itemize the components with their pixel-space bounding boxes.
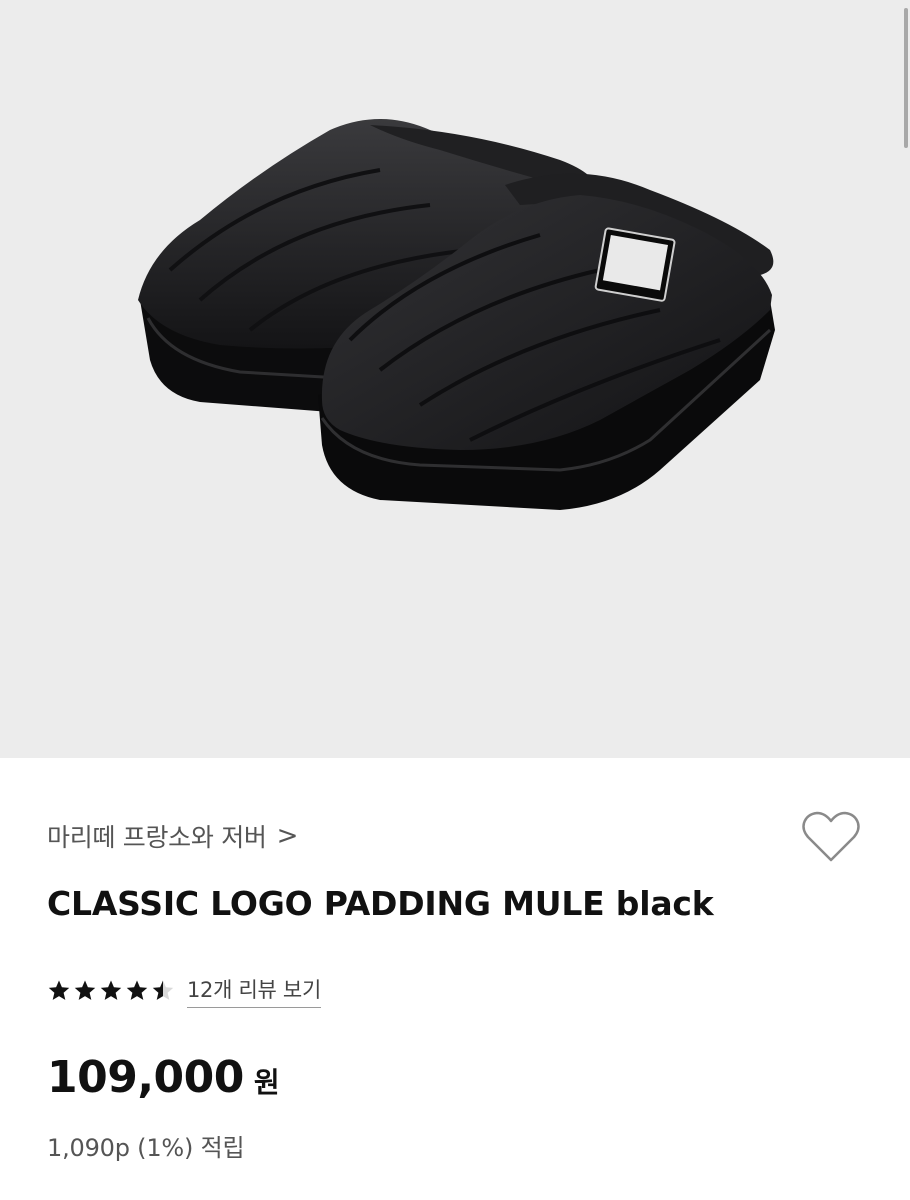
price: 109,000 원 bbox=[47, 1052, 280, 1103]
chevron-right-icon: > bbox=[276, 821, 299, 851]
brand-logo-patch bbox=[594, 227, 676, 302]
price-unit: 원 bbox=[253, 1066, 280, 1099]
star-icon bbox=[152, 980, 174, 1000]
brand-link[interactable]: 마리떼 프랑소와 저버 > bbox=[47, 818, 298, 854]
star-icon bbox=[48, 980, 70, 1000]
rating-row: 12개 리뷰 보기 bbox=[47, 974, 321, 1008]
scrollbar-thumb[interactable] bbox=[904, 8, 908, 148]
price-amount: 109,000 bbox=[47, 1052, 244, 1103]
scrollbar[interactable] bbox=[902, 0, 910, 150]
star-rating bbox=[47, 979, 175, 1003]
reward-points: 1,090p (1%) 적립 bbox=[47, 1134, 245, 1162]
star-icon bbox=[126, 980, 148, 1000]
heart-outline-icon[interactable] bbox=[800, 808, 862, 866]
product-title: CLASSIC LOGO PADDING MULE black bbox=[47, 884, 714, 923]
star-icon bbox=[74, 980, 96, 1000]
product-image bbox=[0, 0, 910, 758]
review-link[interactable]: 12개 리뷰 보기 bbox=[187, 974, 321, 1008]
star-icon bbox=[100, 980, 122, 1000]
brand-name: 마리떼 프랑소와 저버 bbox=[47, 823, 267, 852]
